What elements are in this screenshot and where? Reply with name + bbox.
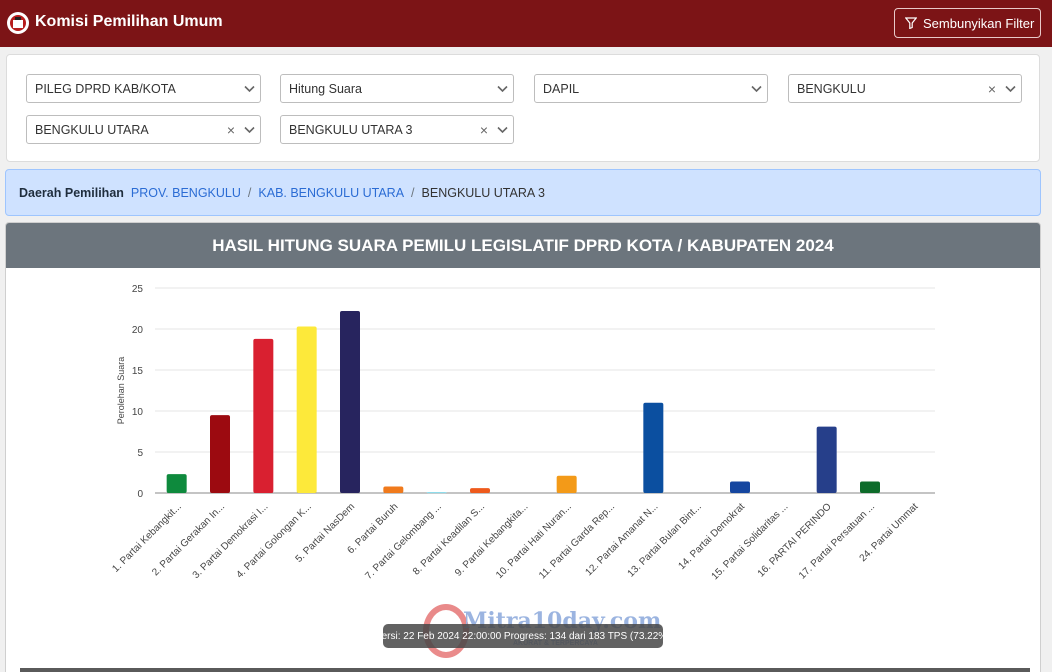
- bar: [253, 338, 274, 493]
- hide-filter-button[interactable]: Sembunyikan Filter: [894, 8, 1041, 38]
- y-tick-label: 0: [137, 489, 143, 500]
- province-select[interactable]: BENGKULU ×: [788, 74, 1022, 103]
- x-tick-label: 13. Partai Bulan Bint...: [626, 501, 704, 579]
- province-value: BENGKULU: [797, 81, 866, 96]
- regency-value: BENGKULU UTARA: [35, 122, 149, 137]
- x-tick-label: 2. Partai Gerakan In...: [150, 501, 227, 578]
- count-type-select[interactable]: Hitung Suara: [280, 74, 514, 103]
- bar: [210, 415, 230, 493]
- filter-icon: [905, 17, 917, 29]
- chevron-down-icon[interactable]: [491, 116, 513, 143]
- x-tick-label: 11. Partai Garda Rep...: [537, 501, 617, 581]
- y-tick-label: 25: [132, 284, 144, 295]
- breadcrumb-current: BENGKULU UTARA 3: [421, 185, 545, 200]
- chevron-down-icon[interactable]: [238, 75, 260, 102]
- chevron-down-icon[interactable]: [491, 75, 513, 102]
- top-navbar: Komisi Pemilihan Umum Sembunyikan Filter: [0, 0, 1052, 47]
- bar: [643, 402, 664, 493]
- x-tick-label: 8. Partai Keadilan S...: [411, 501, 487, 577]
- hide-filter-label: Sembunyikan Filter: [923, 15, 1035, 31]
- bar: [470, 488, 490, 493]
- x-tick-label: 10. Partai Hati Nuran...: [494, 501, 574, 581]
- bar: [730, 481, 750, 493]
- chevron-down-icon[interactable]: [745, 75, 767, 102]
- x-tick-label: 9. Partai Kebangkita...: [453, 501, 530, 578]
- bar: [556, 475, 577, 493]
- bar: [426, 492, 447, 494]
- breadcrumb: Daerah Pemilihan PROV. BENGKULU / KAB. B…: [5, 169, 1041, 216]
- dapil-select[interactable]: BENGKULU UTARA 3 ×: [280, 115, 514, 144]
- y-tick-label: 10: [132, 407, 144, 418]
- election-type-value: PILEG DPRD KAB/KOTA: [35, 81, 176, 96]
- breadcrumb-link-regency[interactable]: KAB. BENGKULU UTARA: [258, 186, 404, 200]
- x-tick-label: 17. Partai Persatuan ...: [797, 501, 877, 581]
- clear-icon[interactable]: ×: [477, 122, 491, 138]
- x-tick-label: 4. Partai Golongan K...: [234, 501, 313, 580]
- dapil-value: BENGKULU UTARA 3: [289, 122, 413, 137]
- election-type-select[interactable]: PILEG DPRD KAB/KOTA: [26, 74, 261, 103]
- app-title: Komisi Pemilihan Umum: [35, 13, 223, 30]
- bar-chart: 0 5 10 15 20 25 Perolehan Suara 1. Partai Keban…: [110, 284, 935, 582]
- bar: [860, 481, 880, 493]
- y-axis-label: Perolehan Suara: [116, 357, 126, 425]
- breadcrumb-link-province[interactable]: PROV. BENGKULU: [131, 186, 241, 200]
- bar: [166, 474, 187, 493]
- breadcrumb-label: Daerah Pemilihan: [19, 185, 124, 200]
- breadcrumb-separator: /: [411, 185, 415, 200]
- kpu-logo-icon: [7, 12, 29, 34]
- clear-icon[interactable]: ×: [985, 81, 999, 97]
- filter-panel: PILEG DPRD KAB/KOTA Hitung Suara DAPIL B…: [6, 54, 1040, 162]
- region-level-value: DAPIL: [543, 81, 580, 96]
- y-tick-label: 20: [132, 325, 144, 336]
- y-tick-label: 5: [137, 448, 143, 459]
- breadcrumb-separator: /: [247, 185, 252, 200]
- x-tick-label: 12. Partai Amanat N...: [584, 501, 661, 578]
- region-level-select[interactable]: DAPIL: [534, 74, 768, 103]
- bar: [340, 310, 360, 493]
- x-tick-label: 15. Partai Solidaritas ...: [710, 501, 791, 582]
- bottom-divider: [20, 668, 1030, 672]
- chart-card: HASIL HITUNG SUARA PEMILU LEGISLATIF DPR…: [5, 222, 1041, 672]
- x-tick-label: 7. Partai Gelombang ...: [363, 501, 443, 581]
- chevron-down-icon[interactable]: [238, 116, 260, 143]
- regency-select[interactable]: BENGKULU UTARA ×: [26, 115, 261, 144]
- bar: [383, 486, 404, 493]
- count-type-value: Hitung Suara: [289, 81, 362, 96]
- x-tick-label: 1. Partai Kebangkit...: [110, 501, 183, 574]
- y-tick-label: 15: [132, 366, 144, 377]
- x-tick-label: 3. Partai Demokrasi I...: [191, 501, 271, 581]
- chart-title: HASIL HITUNG SUARA PEMILU LEGISLATIF DPR…: [6, 223, 1040, 268]
- version-progress-badge: Versi: 22 Feb 2024 22:00:00 Progress: 13…: [376, 624, 671, 648]
- clear-icon[interactable]: ×: [224, 122, 238, 138]
- bar: [296, 326, 317, 493]
- bar: [816, 426, 837, 493]
- x-tick-label: 16. PARTAI PERINDO: [756, 501, 834, 579]
- chevron-down-icon[interactable]: [999, 75, 1021, 102]
